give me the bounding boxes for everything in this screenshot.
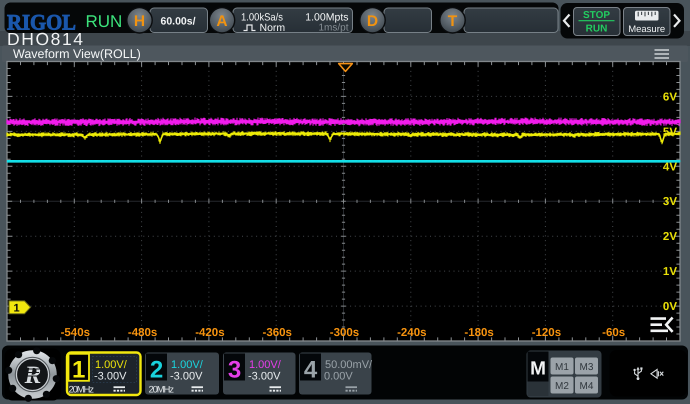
svg-text:1.00V/: 1.00V/ xyxy=(171,359,204,371)
svg-text:2: 2 xyxy=(150,356,163,383)
svg-text:M2: M2 xyxy=(555,381,569,392)
svg-text:D: D xyxy=(367,13,378,30)
svg-text:4: 4 xyxy=(304,356,318,383)
svg-text:-360s: -360s xyxy=(262,327,291,339)
svg-text:-540s: -540s xyxy=(61,327,90,339)
svg-text:1.00V/: 1.00V/ xyxy=(95,359,128,371)
svg-text:-180s: -180s xyxy=(464,327,493,339)
svg-text:3V: 3V xyxy=(663,196,677,208)
svg-text:-240s: -240s xyxy=(397,327,426,339)
svg-text:20MHz: 20MHz xyxy=(149,385,175,396)
svg-text:Measure: Measure xyxy=(628,24,665,35)
svg-text:1.00V/: 1.00V/ xyxy=(249,359,282,371)
svg-text:Waveform View(ROLL): Waveform View(ROLL) xyxy=(13,47,141,61)
svg-text:-420s: -420s xyxy=(195,327,224,339)
svg-text:5V: 5V xyxy=(663,126,677,138)
svg-text:M4: M4 xyxy=(580,381,594,392)
svg-text:-3.00V: -3.00V xyxy=(248,370,281,382)
svg-text:-300s: -300s xyxy=(330,327,359,339)
svg-text:M3: M3 xyxy=(580,362,594,373)
svg-text:T: T xyxy=(448,13,458,30)
svg-text:STOP: STOP xyxy=(583,10,610,21)
svg-text:M1: M1 xyxy=(555,362,569,373)
svg-text:-120s: -120s xyxy=(532,327,561,339)
svg-text:1: 1 xyxy=(13,302,19,314)
svg-text:R: R xyxy=(24,362,42,389)
svg-text:-480s: -480s xyxy=(128,327,157,339)
svg-text:3: 3 xyxy=(228,356,241,383)
svg-text:1ms/pt: 1ms/pt xyxy=(318,23,348,34)
svg-text:0V: 0V xyxy=(663,301,677,313)
svg-text:20MHz: 20MHz xyxy=(69,385,95,396)
svg-text:60.00s/: 60.00s/ xyxy=(161,15,196,27)
svg-text:-60s: -60s xyxy=(602,327,625,339)
svg-text:4V: 4V xyxy=(663,161,677,173)
svg-text:0.00V: 0.00V xyxy=(324,370,353,382)
svg-text:50.00mV/: 50.00mV/ xyxy=(325,359,373,371)
svg-text:A: A xyxy=(216,13,227,30)
svg-text:H: H xyxy=(134,13,145,30)
svg-text:RUN: RUN xyxy=(86,12,123,31)
svg-text:6V: 6V xyxy=(663,91,677,103)
svg-text:-3.00V: -3.00V xyxy=(94,370,127,382)
svg-text:2V: 2V xyxy=(663,231,677,243)
svg-text:RUN: RUN xyxy=(586,24,608,35)
svg-text:1V: 1V xyxy=(663,266,677,278)
svg-text:Norm: Norm xyxy=(260,22,286,34)
svg-text:M: M xyxy=(530,359,546,380)
svg-text:-3.00V: -3.00V xyxy=(170,370,203,382)
svg-text:1: 1 xyxy=(72,356,85,383)
